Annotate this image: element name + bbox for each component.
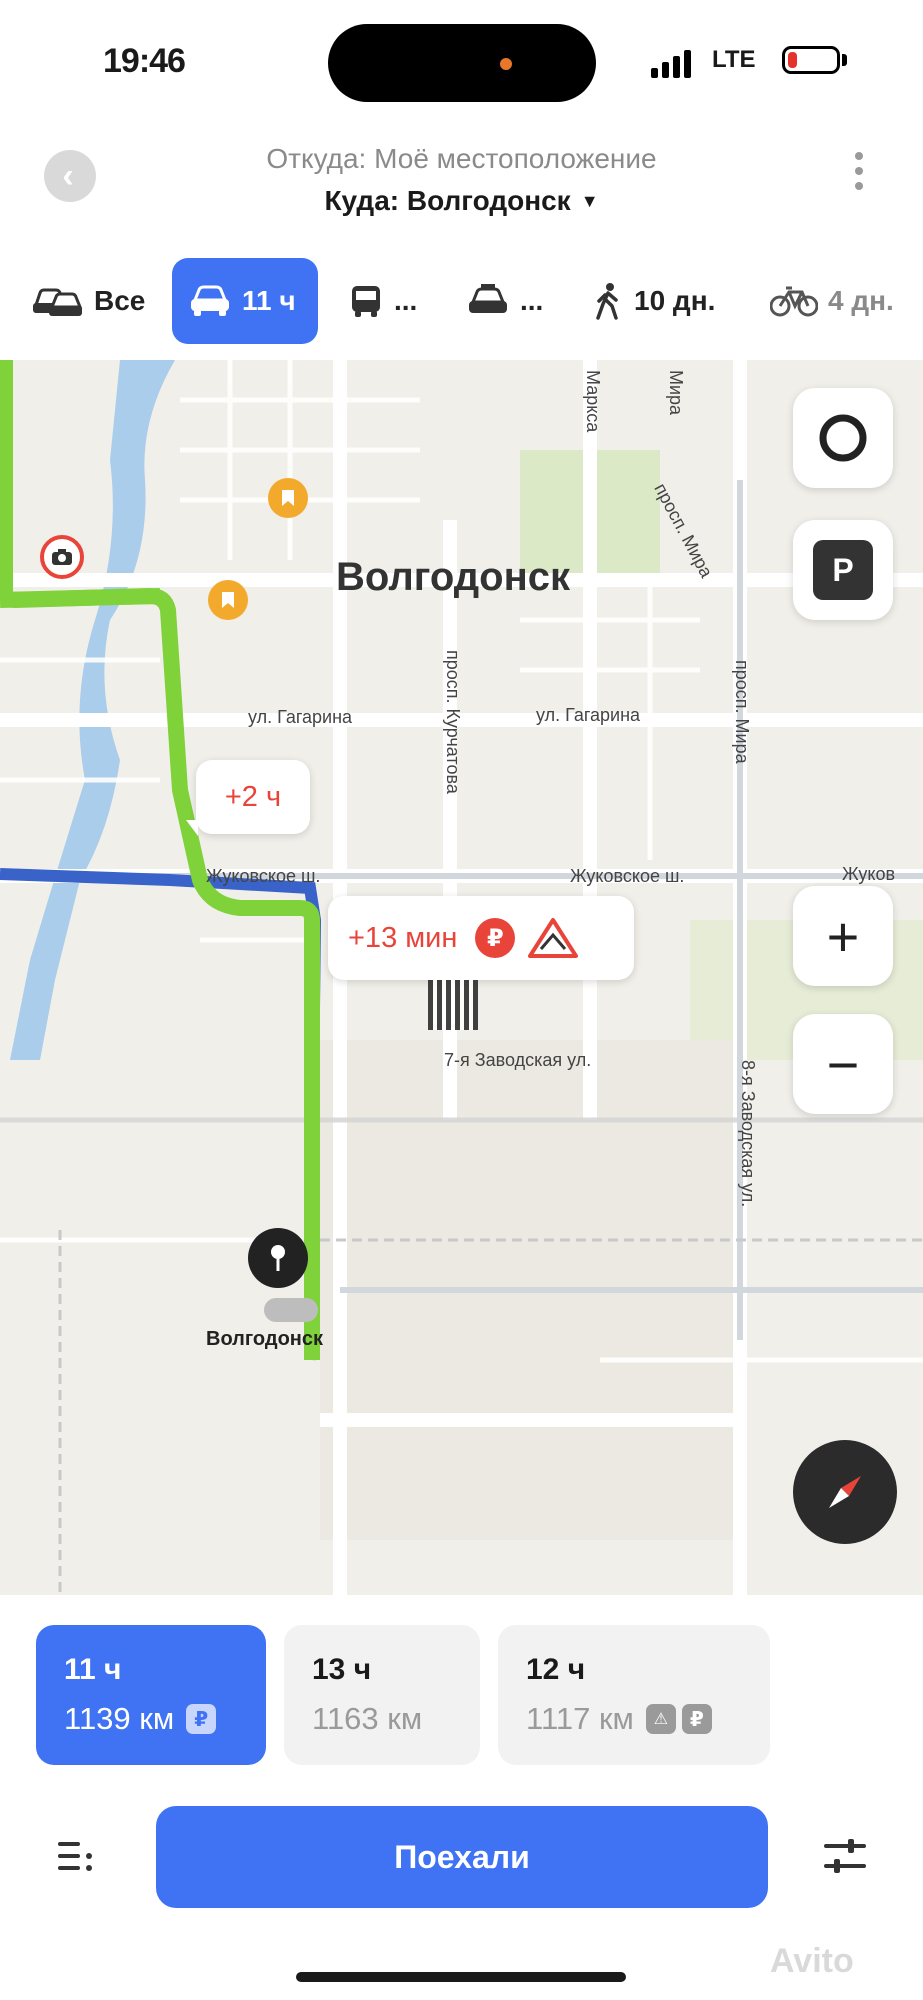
battery-icon (782, 46, 840, 74)
qr-code-icon (428, 980, 478, 1030)
route-time: 11 ч (64, 1653, 122, 1686)
route-distance: 1117 км (526, 1701, 634, 1736)
bookmark-poi-icon[interactable] (208, 580, 248, 620)
bus-icon (352, 286, 380, 317)
tab-bicycle-label: 4 дн. (828, 285, 894, 316)
delay-text: +13 мин (348, 921, 458, 954)
bicycle-icon (770, 286, 818, 317)
tab-car[interactable]: 11 ч (172, 258, 318, 344)
route-to[interactable]: Куда: Волгодонск ▼ (0, 185, 923, 217)
route-list-icon[interactable] (58, 1840, 96, 1872)
route-to-label: Куда: Волгодонск (324, 185, 571, 216)
toll-icon: ₽ (186, 1704, 217, 1734)
route-settings-icon[interactable] (824, 1838, 866, 1874)
go-button[interactable]: Поехали (156, 1806, 768, 1908)
destination-pin-icon[interactable] (248, 1228, 308, 1288)
tab-pedestrian-label: 10 дн. (634, 285, 716, 316)
street-label: Мира (666, 370, 686, 416)
delay-bubble[interactable]: +13 мин ₽ (328, 896, 634, 980)
tab-public-transport[interactable]: ... (348, 258, 417, 344)
street-label: Маркса (583, 370, 603, 433)
toll-road-icon: ₽ (475, 918, 516, 958)
dynamic-island (328, 24, 596, 102)
alt-route-time-bubble[interactable]: +2 ч (196, 760, 310, 834)
map-view[interactable]: Маркса Мира просп. Мира просп. Мира ул. … (0, 360, 923, 1595)
street-label: Жуковское ш. (570, 866, 685, 886)
street-label: 8-я Заводская ул. (738, 1060, 758, 1208)
toll-icon: ₽ (681, 1704, 712, 1734)
destination-marker (264, 1298, 318, 1322)
route-distance: 1139 км (64, 1701, 175, 1736)
road-hazard-icon: ⚠ (645, 1704, 676, 1734)
street-label: просп. Мира (732, 660, 752, 764)
alice-assistant-button[interactable] (793, 388, 893, 488)
route-from[interactable]: Откуда: Моё местоположение (0, 143, 923, 175)
road-hazard-icon (528, 918, 579, 958)
battery-tip (842, 54, 847, 66)
route-option-1[interactable]: 11 ч 1139 км ₽ (36, 1625, 266, 1765)
street-label: ул. Гагарина (536, 705, 641, 725)
cell-signal-icon (651, 48, 695, 78)
zoom-in-button[interactable]: + (793, 886, 893, 986)
tab-public-transport-label: ... (394, 285, 418, 316)
alt-route-time: +2 ч (224, 780, 282, 813)
destination-label: Волгодонск (206, 1328, 324, 1350)
camera-indicator-dot (500, 58, 512, 70)
compass-icon (829, 1476, 861, 1508)
home-indicator[interactable] (296, 1972, 626, 1982)
tab-car-label: 11 ч (242, 285, 296, 316)
cars-icon (33, 288, 83, 316)
route-time: 12 ч (526, 1653, 586, 1686)
route-option-2[interactable]: 13 ч 1163 км (284, 1625, 480, 1765)
more-menu-icon[interactable] (854, 152, 864, 200)
street-label: просп. Курчатова (443, 650, 463, 794)
zoom-out-button[interactable]: − (793, 1014, 893, 1114)
battery-level (788, 52, 797, 68)
street-label: ул. Гагарина (248, 707, 353, 727)
speed-camera-icon[interactable] (40, 535, 84, 579)
route-time: 13 ч (312, 1653, 372, 1686)
tab-all-label: Все (94, 285, 146, 316)
tab-taxi-label: ... (520, 285, 544, 316)
compass-button[interactable] (793, 1440, 897, 1544)
bubble-tail (186, 820, 198, 836)
tab-bicycle[interactable]: 4 дн. (770, 258, 894, 344)
plus-icon: + (826, 904, 860, 968)
status-bar: 19:46 LTE (0, 0, 923, 120)
tab-taxi[interactable]: ... (466, 258, 543, 344)
city-label: Волгодонск (336, 555, 571, 599)
route-distance: 1163 км (312, 1701, 423, 1736)
pedestrian-icon (596, 283, 618, 320)
minus-icon: − (826, 1032, 860, 1096)
status-time: 19:46 (103, 42, 186, 80)
street-label: 7-я Заводская ул. (444, 1050, 592, 1070)
street-label: Жуковское ш. (206, 866, 321, 886)
tab-all[interactable]: Все (30, 258, 145, 344)
car-icon (191, 285, 229, 316)
bookmark-poi-icon[interactable] (268, 478, 308, 518)
parking-button[interactable]: P (793, 520, 893, 620)
network-type: LTE (712, 46, 756, 73)
caret-down-icon: ▼ (580, 191, 599, 211)
taxi-icon (469, 284, 507, 313)
tab-pedestrian[interactable]: 10 дн. (592, 258, 715, 344)
street-label: Жуков (842, 864, 896, 884)
route-option-3[interactable]: 12 ч 1117 км ⚠ ₽ (498, 1625, 770, 1765)
assistant-icon (819, 414, 867, 462)
avito-watermark: Avito (770, 1942, 854, 1980)
parking-icon: P (813, 540, 873, 600)
